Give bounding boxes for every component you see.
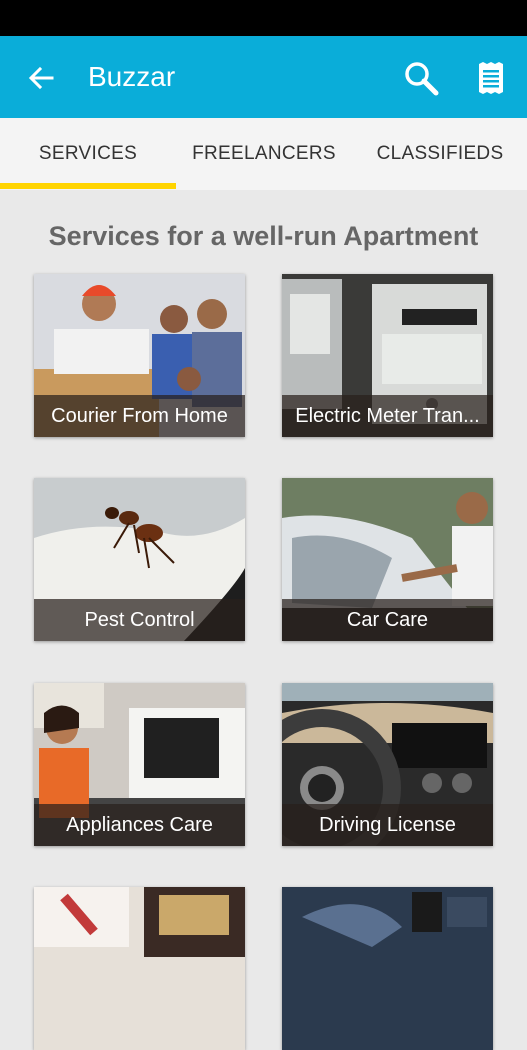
tab-freelancers[interactable]: FREELANCERS <box>176 118 352 190</box>
arrow-left-icon <box>28 66 54 90</box>
service-label: Car Care <box>282 599 493 641</box>
back-button[interactable] <box>18 55 64 101</box>
service-card-electric-meter[interactable]: Electric Meter Tran... <box>282 274 493 437</box>
service-card-courier[interactable]: Courier From Home <box>34 274 245 437</box>
service-label: Courier From Home <box>34 395 245 437</box>
tab-classifieds[interactable]: CLASSIFIEDS <box>352 118 527 190</box>
search-icon <box>405 62 439 96</box>
service-label: Driving License <box>282 804 493 846</box>
passport-photo <box>34 887 245 1050</box>
app-title: Buzzar <box>88 61 176 92</box>
tab-bar: SERVICES FREELANCERS CLASSIFIEDS <box>0 118 527 190</box>
service-photo <box>282 887 493 1050</box>
receipt-list-icon <box>479 62 503 94</box>
list-button[interactable] <box>468 55 514 101</box>
tab-services[interactable]: SERVICES <box>0 118 176 190</box>
service-card-partial-2[interactable] <box>282 887 493 1050</box>
status-bar <box>0 0 527 36</box>
tab-indicator <box>0 183 176 189</box>
service-card-partial-1[interactable] <box>34 887 245 1050</box>
section-title: Services for a well-run Apartment <box>48 221 479 251</box>
service-label: Pest Control <box>34 599 245 641</box>
service-card-car-care[interactable]: Car Care <box>282 478 493 641</box>
service-card-pest-control[interactable]: Pest Control <box>34 478 245 641</box>
service-label: Electric Meter Tran... <box>282 395 493 437</box>
service-label: Appliances Care <box>34 804 245 846</box>
service-card-appliances-care[interactable]: Appliances Care <box>34 683 245 846</box>
search-button[interactable] <box>398 55 444 101</box>
app-bar: Buzzar <box>0 36 527 118</box>
service-card-driving-license[interactable]: Driving License <box>282 683 493 846</box>
